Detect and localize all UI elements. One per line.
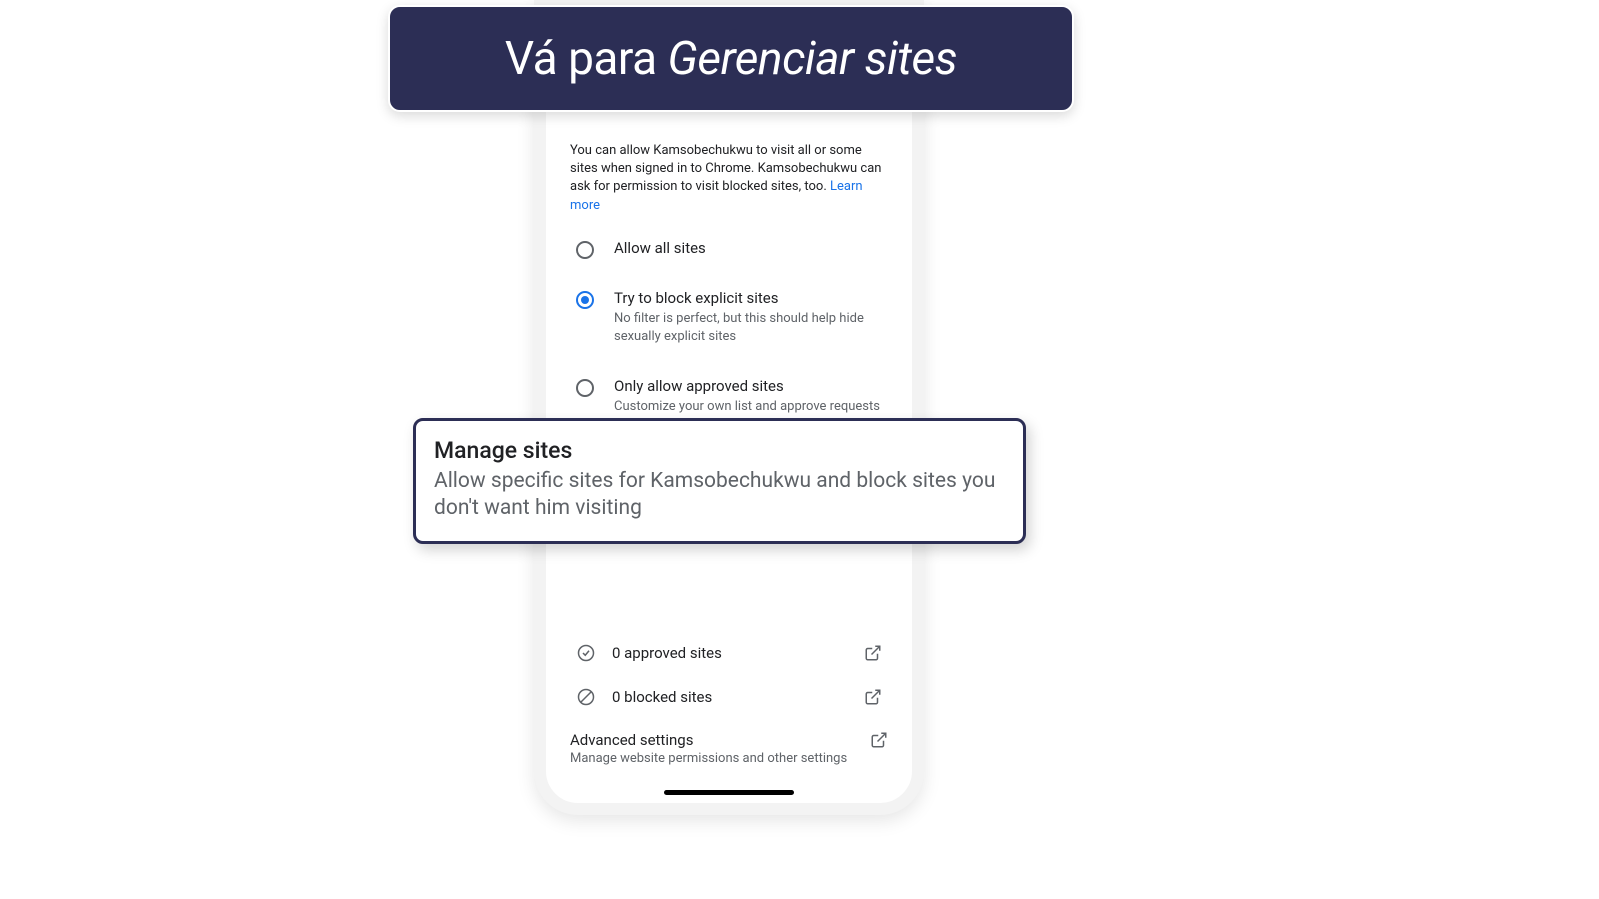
blocked-sites-row[interactable]: 0 blocked sites — [570, 675, 888, 719]
option-title: Try to block explicit sites — [614, 289, 888, 309]
approved-sites-row[interactable]: 0 approved sites — [570, 631, 888, 675]
radio-icon — [576, 379, 594, 397]
home-indicator — [664, 790, 794, 795]
manage-sites-callout: Manage sites Allow specific sites for Ka… — [413, 418, 1026, 544]
block-icon — [576, 687, 596, 707]
instruction-banner: Vá para Gerenciar sites — [388, 5, 1074, 112]
radio-icon — [576, 241, 594, 259]
option-title: Only allow approved sites — [614, 377, 888, 397]
blocked-count: 0 blocked sites — [612, 688, 848, 706]
intro-description: You can allow Kamsobechukwu to visit all… — [570, 142, 888, 215]
banner-text: Vá para Gerenciar sites — [505, 32, 957, 86]
advanced-description: Manage website permissions and other set… — [570, 751, 854, 766]
callout-description: Allow specific sites for Kamsobechukwu a… — [434, 468, 1005, 523]
advanced-title: Advanced settings — [570, 731, 854, 749]
external-link-icon — [870, 731, 888, 749]
external-link-icon — [864, 688, 882, 706]
external-link-icon — [864, 644, 882, 662]
advanced-settings-row[interactable]: Advanced settings Manage website permiss… — [570, 719, 888, 778]
banner-italic: Gerenciar sites — [668, 32, 958, 86]
approved-count: 0 approved sites — [612, 644, 848, 662]
banner-prefix: Vá para — [505, 32, 668, 86]
option-block-explicit[interactable]: Try to block explicit sites No filter is… — [570, 289, 888, 347]
option-description: No filter is perfect, but this should he… — [614, 310, 888, 346]
callout-title: Manage sites — [434, 437, 1005, 464]
option-title: Allow all sites — [614, 239, 888, 259]
option-allow-all[interactable]: Allow all sites — [570, 239, 888, 259]
radio-icon-selected — [576, 291, 594, 309]
phone-mockup: You can allow Kamsobechukwu to visit all… — [534, 0, 924, 815]
settings-screen: You can allow Kamsobechukwu to visit all… — [546, 12, 912, 778]
check-icon — [576, 643, 596, 663]
